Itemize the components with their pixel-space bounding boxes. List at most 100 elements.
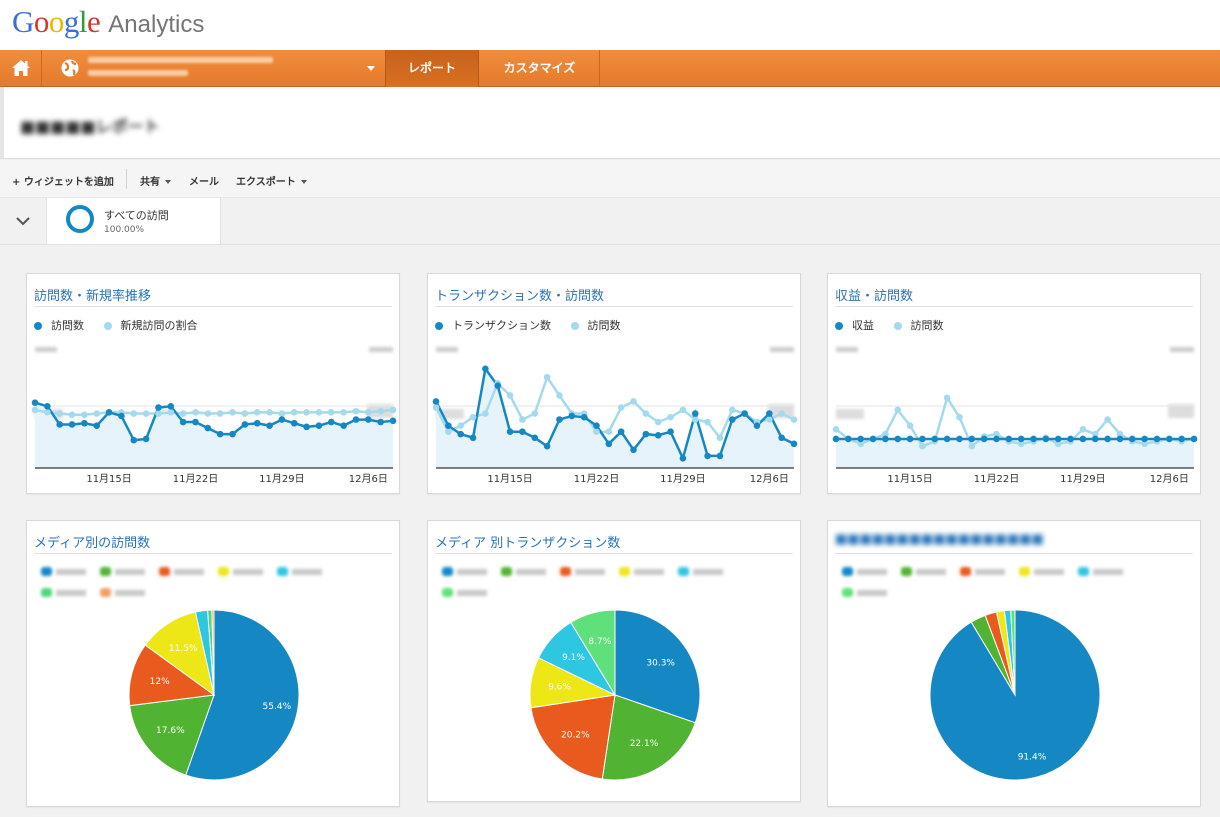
data-point-primary[interactable]	[253, 419, 261, 427]
data-point-primary[interactable]	[1030, 435, 1037, 443]
data-point-primary[interactable]	[869, 435, 877, 443]
data-point-primary[interactable]	[118, 412, 125, 420]
data-point-secondary[interactable]	[667, 413, 674, 421]
data-point-primary[interactable]	[469, 434, 477, 442]
data-point-primary[interactable]	[543, 442, 551, 450]
data-point-primary[interactable]	[377, 418, 384, 426]
data-point-secondary[interactable]	[253, 409, 261, 416]
data-point-secondary[interactable]	[56, 410, 63, 417]
data-point-secondary[interactable]	[432, 404, 440, 411]
data-point-primary[interactable]	[482, 365, 489, 373]
data-point-primary[interactable]	[832, 435, 840, 443]
data-point-primary[interactable]	[303, 423, 310, 431]
data-point-primary[interactable]	[667, 428, 674, 435]
data-point-secondary[interactable]	[216, 410, 224, 417]
data-point-secondary[interactable]	[482, 410, 489, 417]
data-point-secondary[interactable]	[278, 410, 286, 417]
data-point-primary[interactable]	[1042, 435, 1050, 443]
data-point-secondary[interactable]	[469, 413, 477, 421]
data-point-primary[interactable]	[790, 440, 798, 448]
data-point-primary[interactable]	[1128, 435, 1136, 443]
data-point-secondary[interactable]	[352, 407, 360, 415]
data-point-primary[interactable]	[155, 404, 162, 411]
data-point-primary[interactable]	[352, 416, 360, 423]
data-point-secondary[interactable]	[704, 418, 711, 426]
data-point-secondary[interactable]	[241, 410, 249, 417]
data-point-secondary[interactable]	[93, 410, 101, 417]
tab-report[interactable]: レポート	[385, 50, 479, 87]
data-point-primary[interactable]	[1190, 435, 1198, 443]
data-point-secondary[interactable]	[1104, 416, 1111, 423]
data-point-primary[interactable]	[716, 452, 724, 460]
data-point-primary[interactable]	[1054, 435, 1062, 443]
data-point-primary[interactable]	[519, 428, 526, 435]
data-point-secondary[interactable]	[155, 410, 162, 417]
data-point-secondary[interactable]	[167, 409, 175, 416]
data-point-primary[interactable]	[642, 430, 650, 438]
data-point-primary[interactable]	[216, 430, 224, 438]
data-point-primary[interactable]	[68, 421, 76, 428]
data-point-secondary[interactable]	[31, 406, 39, 414]
data-point-secondary[interactable]	[142, 410, 150, 417]
data-point-primary[interactable]	[31, 399, 39, 406]
data-point-primary[interactable]	[741, 410, 748, 417]
data-point-primary[interactable]	[179, 418, 187, 426]
data-point-secondary[interactable]	[81, 411, 88, 419]
data-point-secondary[interactable]	[766, 416, 773, 423]
data-point-primary[interactable]	[340, 422, 347, 429]
share-menu[interactable]: 共有	[140, 173, 171, 188]
data-point-secondary[interactable]	[389, 406, 397, 414]
data-point-secondary[interactable]	[68, 411, 76, 419]
account-selector-button[interactable]	[50, 50, 86, 87]
data-point-primary[interactable]	[290, 419, 298, 427]
data-point-secondary[interactable]	[266, 409, 273, 416]
data-point-secondary[interactable]	[192, 409, 199, 416]
data-point-secondary[interactable]	[315, 409, 323, 416]
data-point-primary[interactable]	[778, 434, 785, 442]
data-point-primary[interactable]	[1079, 435, 1087, 443]
data-point-secondary[interactable]	[290, 409, 298, 416]
data-point-primary[interactable]	[457, 430, 464, 438]
data-point-primary[interactable]	[44, 402, 51, 410]
data-point-secondary[interactable]	[956, 413, 963, 421]
data-point-primary[interactable]	[980, 435, 988, 443]
data-point-primary[interactable]	[142, 435, 150, 443]
data-point-secondary[interactable]	[204, 410, 212, 417]
account-name-blurred[interactable]	[88, 55, 278, 81]
data-point-secondary[interactable]	[519, 416, 526, 423]
data-point-primary[interactable]	[1104, 435, 1111, 443]
data-point-primary[interactable]	[857, 435, 864, 443]
data-point-primary[interactable]	[130, 436, 138, 444]
data-point-secondary[interactable]	[556, 392, 563, 399]
data-point-primary[interactable]	[993, 435, 1000, 443]
data-point-primary[interactable]	[93, 422, 101, 429]
tab-customize[interactable]: カスタマイズ	[480, 50, 600, 87]
data-point-primary[interactable]	[753, 422, 761, 429]
data-point-primary[interactable]	[192, 418, 199, 426]
data-point-primary[interactable]	[906, 435, 914, 443]
data-point-primary[interactable]	[956, 435, 963, 443]
data-point-secondary[interactable]	[679, 406, 687, 414]
data-point-primary[interactable]	[494, 382, 502, 390]
data-point-primary[interactable]	[1166, 435, 1173, 443]
data-point-secondary[interactable]	[506, 392, 514, 399]
data-point-secondary[interactable]	[229, 409, 236, 416]
data-point-secondary[interactable]	[593, 428, 600, 435]
data-point-secondary[interactable]	[968, 442, 976, 450]
data-point-primary[interactable]	[968, 435, 976, 443]
data-point-secondary[interactable]	[605, 428, 613, 435]
data-point-secondary[interactable]	[778, 410, 785, 417]
data-point-primary[interactable]	[432, 398, 440, 405]
data-point-secondary[interactable]	[327, 409, 335, 416]
data-point-primary[interactable]	[728, 416, 736, 423]
data-point-primary[interactable]	[105, 409, 113, 416]
data-point-primary[interactable]	[568, 412, 576, 420]
data-point-secondary[interactable]	[179, 410, 187, 417]
data-point-secondary[interactable]	[365, 409, 372, 416]
export-menu[interactable]: エクスポート	[236, 173, 307, 188]
mail-button[interactable]: メール	[189, 173, 219, 188]
data-point-secondary[interactable]	[943, 394, 951, 402]
data-point-primary[interactable]	[630, 446, 637, 454]
data-point-primary[interactable]	[167, 402, 175, 410]
data-point-secondary[interactable]	[654, 418, 662, 426]
